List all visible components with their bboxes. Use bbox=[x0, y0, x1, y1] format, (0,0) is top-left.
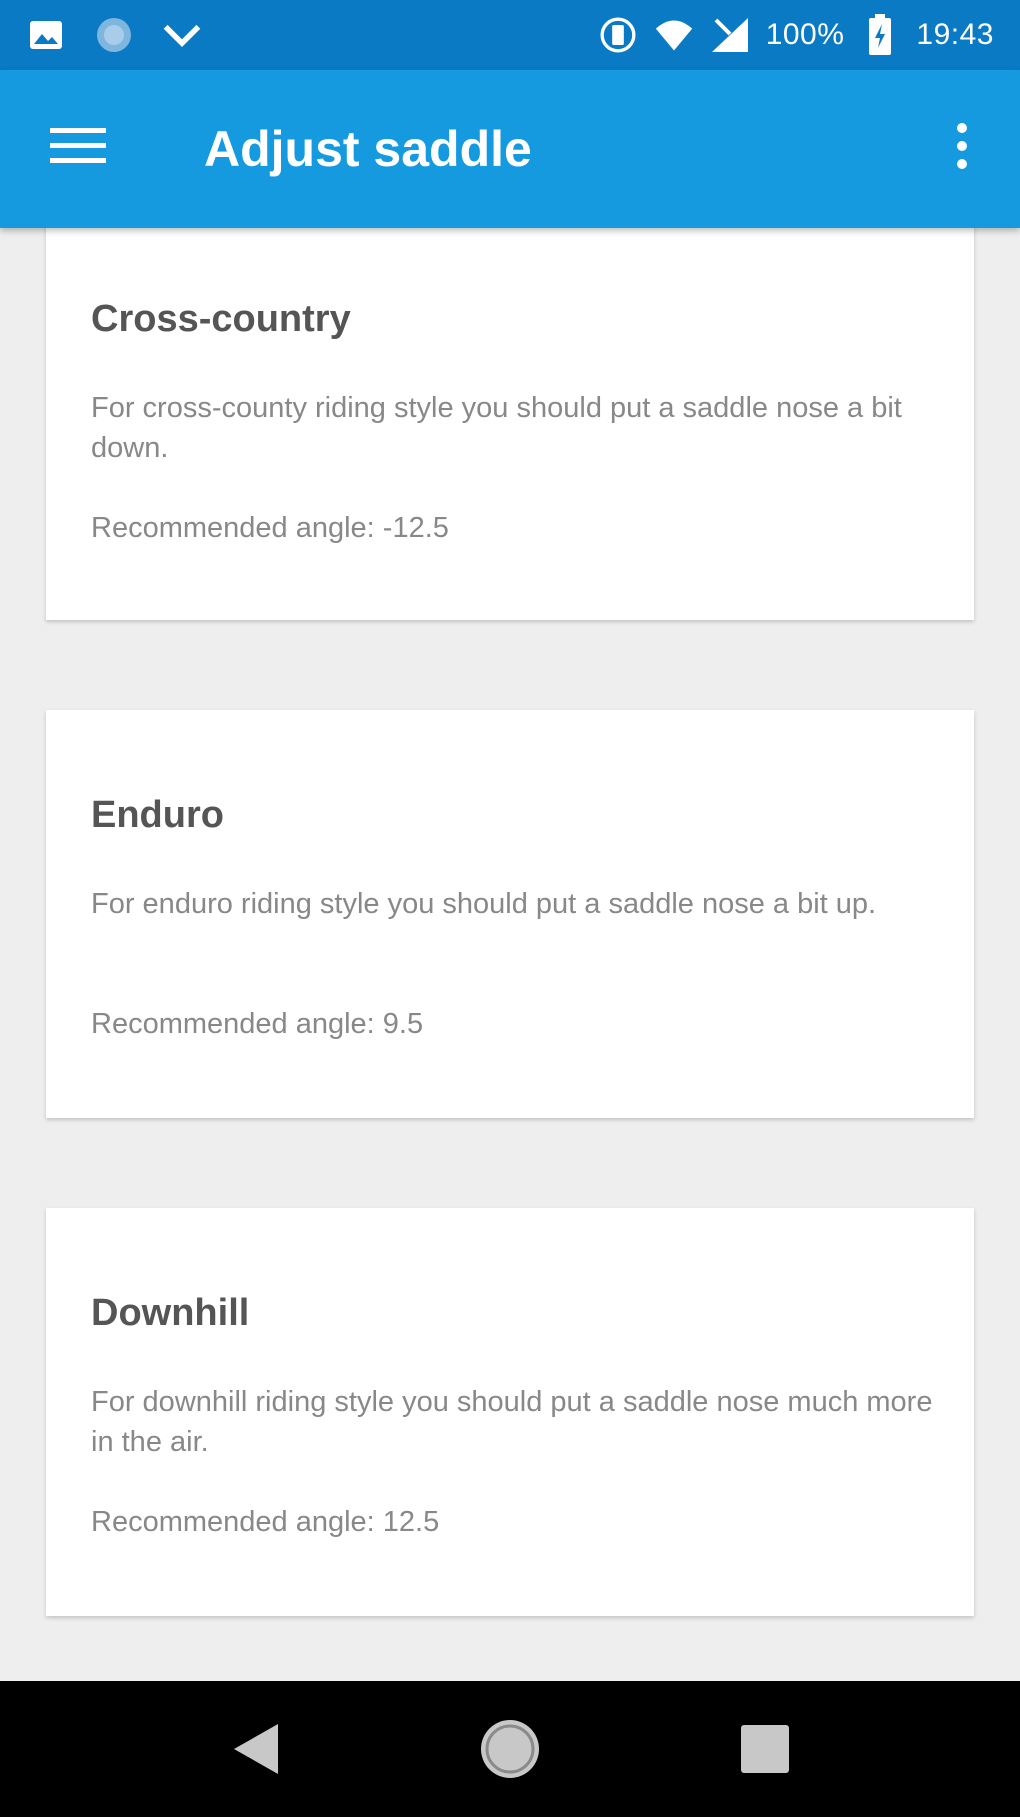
page-title: Adjust saddle bbox=[204, 121, 532, 177]
back-icon bbox=[232, 1722, 280, 1781]
wifi-icon bbox=[654, 15, 694, 55]
card-angle: Recommended angle: 9.5 bbox=[91, 1008, 424, 1040]
hamburger-menu-icon bbox=[50, 126, 106, 171]
app-bar: Adjust saddle bbox=[0, 70, 1020, 228]
home-icon bbox=[478, 1717, 542, 1786]
card-angle: Recommended angle: -12.5 bbox=[91, 512, 449, 544]
card-list[interactable]: Cross-country For cross-county riding st… bbox=[0, 228, 1020, 1681]
vibrate-icon bbox=[598, 15, 638, 55]
recents-icon bbox=[740, 1724, 790, 1779]
back-button[interactable] bbox=[216, 1711, 296, 1791]
card-description: For enduro riding style you should put a… bbox=[91, 888, 877, 920]
menu-button[interactable] bbox=[40, 115, 116, 181]
navigation-bar bbox=[0, 1681, 1020, 1817]
card-description: For downhill riding style you should put… bbox=[91, 1386, 933, 1458]
clock: 19:43 bbox=[916, 18, 994, 51]
card-downhill[interactable]: Downhill For downhill riding style you s… bbox=[46, 1208, 974, 1616]
battery-charging-icon bbox=[860, 14, 900, 55]
overflow-menu-button[interactable] bbox=[934, 115, 990, 181]
chevron-down-icon bbox=[162, 15, 202, 55]
signal-icon bbox=[710, 15, 750, 55]
card-title: Enduro bbox=[91, 794, 224, 836]
image-icon bbox=[26, 15, 66, 55]
circle-icon bbox=[94, 15, 134, 55]
more-vert-icon bbox=[955, 122, 969, 175]
card-description: For cross-county riding style you should… bbox=[91, 392, 902, 464]
recents-button[interactable] bbox=[725, 1711, 805, 1791]
card-title: Downhill bbox=[91, 1292, 250, 1334]
card-enduro[interactable]: Enduro For enduro riding style you shoul… bbox=[46, 710, 974, 1118]
card-cross-country[interactable]: Cross-country For cross-county riding st… bbox=[46, 228, 974, 620]
battery-percent: 100% bbox=[765, 18, 845, 51]
screen: 100% 19:43 Adjust saddle Cross-country F… bbox=[0, 0, 1020, 1817]
home-button[interactable] bbox=[470, 1711, 550, 1791]
card-title: Cross-country bbox=[91, 298, 351, 340]
card-angle: Recommended angle: 12.5 bbox=[91, 1506, 440, 1538]
status-bar: 100% 19:43 bbox=[0, 0, 1020, 70]
